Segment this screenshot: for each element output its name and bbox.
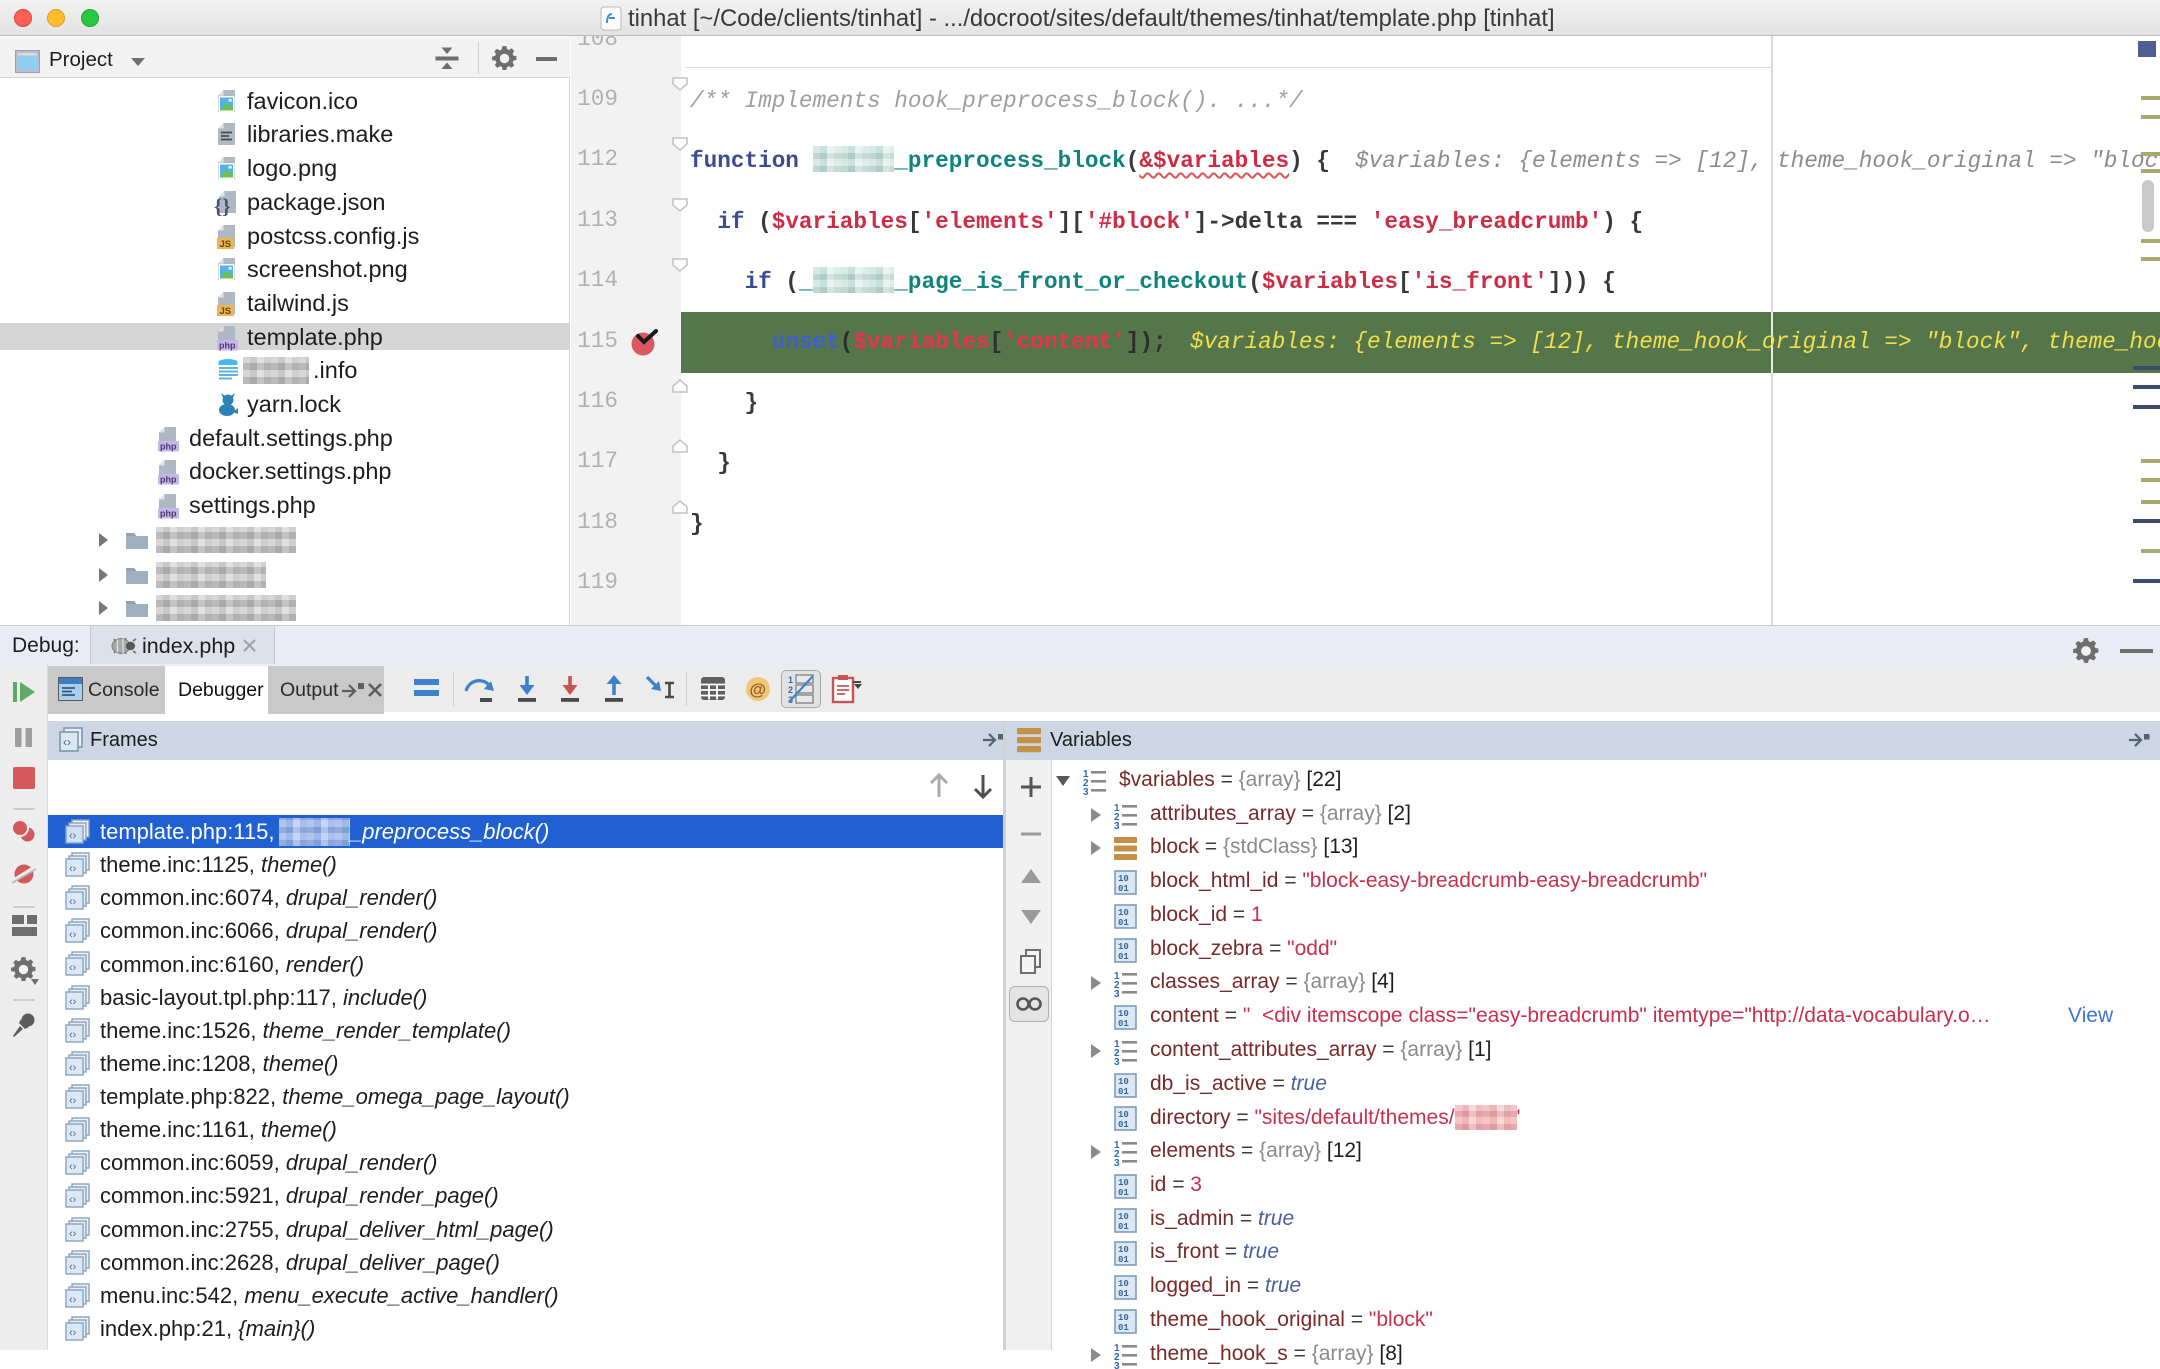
svg-text:3: 3: [1083, 787, 1089, 795]
svg-text:01: 01: [1118, 1289, 1129, 1299]
svg-text:‹›: ‹›: [69, 929, 77, 941]
svg-text:10: 10: [1118, 1178, 1129, 1188]
svg-text:‹›: ‹›: [69, 1294, 77, 1306]
svg-text:10: 10: [1118, 1279, 1129, 1289]
svg-text:10: 10: [1118, 1077, 1129, 1087]
svg-text:10: 10: [1118, 1110, 1129, 1120]
svg-text:01: 01: [1118, 952, 1129, 962]
svg-text:‹›: ‹›: [63, 735, 71, 749]
svg-text:3: 3: [1114, 821, 1120, 829]
svg-text:10: 10: [1118, 942, 1129, 952]
svg-text:01: 01: [1118, 1323, 1129, 1333]
svg-text:php: php: [160, 441, 177, 451]
svg-text:‹›: ‹›: [69, 962, 77, 974]
svg-text:01: 01: [1118, 884, 1129, 894]
svg-text:‹›: ‹›: [69, 1228, 77, 1240]
svg-text:‹›: ‹›: [69, 863, 77, 875]
svg-text:‹›: ‹›: [69, 1194, 77, 1206]
svg-text:JS: JS: [220, 306, 232, 317]
svg-text:3: 3: [1114, 1361, 1120, 1369]
svg-text:10: 10: [1118, 874, 1129, 884]
svg-text:10: 10: [1118, 1009, 1129, 1019]
svg-text:3: 3: [1114, 1158, 1120, 1166]
svg-text:10: 10: [1118, 1212, 1129, 1222]
svg-text:‹›: ‹›: [69, 1128, 77, 1140]
svg-text:10: 10: [1118, 1313, 1129, 1323]
svg-text:01: 01: [1118, 1188, 1129, 1198]
svg-text:‹›: ‹›: [69, 996, 77, 1008]
svg-text:php: php: [219, 340, 236, 350]
svg-text:01: 01: [1118, 1255, 1129, 1265]
svg-text:3: 3: [1114, 989, 1120, 997]
svg-text:‹›: ‹›: [69, 830, 77, 842]
svg-text:1: 1: [788, 675, 793, 685]
svg-text:01: 01: [1118, 1222, 1129, 1232]
svg-text:‹›: ‹›: [69, 1029, 77, 1041]
svg-text:01: 01: [1118, 1087, 1129, 1097]
svg-text:01: 01: [1118, 1019, 1129, 1029]
svg-text:10: 10: [1118, 908, 1129, 918]
svg-text:‹›: ‹›: [69, 1327, 77, 1339]
svg-text:‹›: ‹›: [69, 1095, 77, 1107]
svg-text:‹›: ‹›: [69, 1161, 77, 1173]
svg-text:JS: JS: [220, 239, 232, 250]
svg-text:‹›: ‹›: [69, 1062, 77, 1074]
svg-text:01: 01: [1118, 918, 1129, 928]
svg-text:{}: {}: [214, 194, 231, 216]
svg-text:3: 3: [1114, 1057, 1120, 1065]
svg-text:2: 2: [788, 685, 793, 695]
svg-text:@: @: [750, 680, 767, 699]
svg-text:‹›: ‹›: [69, 896, 77, 908]
svg-text:php: php: [160, 509, 177, 519]
svg-text:php: php: [160, 475, 177, 485]
svg-text:01: 01: [1118, 1120, 1129, 1130]
svg-text:‹›: ‹›: [69, 1261, 77, 1273]
svg-text:10: 10: [1118, 1245, 1129, 1255]
